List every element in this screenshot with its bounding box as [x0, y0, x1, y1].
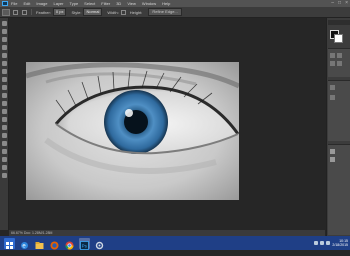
zoom-tool-icon[interactable] — [1, 173, 7, 178]
style-label: Style: — [71, 9, 82, 15]
crop-tool-icon[interactable] — [1, 53, 7, 58]
brush-tool-icon[interactable] — [1, 77, 7, 82]
marquee-tool-icon[interactable] — [2, 8, 10, 16]
folder-icon[interactable] — [34, 238, 45, 249]
ie-icon[interactable]: e — [19, 238, 30, 249]
curves-icon[interactable] — [330, 61, 335, 66]
menu-3d[interactable]: 3D — [116, 0, 121, 7]
background-color-swatch[interactable] — [334, 34, 343, 43]
feather-input[interactable]: 0 px — [52, 8, 67, 16]
path-select-tool-icon[interactable] — [1, 149, 7, 154]
shape-tool-icon[interactable] — [1, 157, 7, 162]
new-selection-icon[interactable] — [13, 9, 18, 15]
hand-tool-icon[interactable] — [1, 165, 7, 170]
volume-icon[interactable] — [320, 241, 325, 245]
divider — [31, 9, 32, 15]
clock[interactable]: 10:15 2/18/2015 — [332, 239, 348, 247]
menu-edit[interactable]: Edit — [23, 0, 30, 7]
history-brush-tool-icon[interactable] — [1, 93, 7, 98]
move-tool-icon[interactable] — [1, 21, 7, 26]
menu-type[interactable]: Type — [70, 0, 79, 7]
mask-icon[interactable] — [330, 85, 335, 90]
window-controls: – □ × — [331, 0, 348, 6]
eye-photo — [26, 62, 239, 200]
brightness-icon[interactable] — [330, 53, 335, 58]
windows-taskbar: e Ps 10:15 2/18/2015 — [0, 236, 350, 250]
chrome-icon[interactable] — [64, 238, 75, 250]
windows-start-icon[interactable] — [4, 237, 15, 249]
quick-select-tool-icon[interactable] — [1, 45, 7, 50]
maximize-icon[interactable]: □ — [338, 0, 341, 6]
gradient-tool-icon[interactable] — [1, 109, 7, 114]
photoshop-icon[interactable]: Ps — [79, 237, 90, 250]
levels-icon[interactable] — [337, 53, 342, 58]
menu-filter[interactable]: Filter — [101, 0, 110, 7]
network-icon[interactable] — [314, 241, 319, 245]
settings-icon[interactable] — [94, 238, 105, 249]
photoshop-logo-icon — [2, 1, 8, 6]
blur-tool-icon[interactable] — [1, 117, 7, 122]
type-tool-icon[interactable] — [1, 141, 7, 146]
exposure-icon[interactable] — [337, 61, 342, 66]
menu-window[interactable]: Window — [142, 0, 156, 7]
menu-view[interactable]: View — [127, 0, 136, 7]
properties-panel — [328, 80, 350, 141]
layer-thumbnail-icon[interactable] — [330, 149, 335, 154]
menu-bar: File Edit Image Layer Type Select Filter… — [0, 0, 350, 7]
eraser-tool-icon[interactable] — [1, 101, 7, 106]
zoom-doc-info: 66.67% Doc: 1.28M/1.28M — [11, 231, 53, 235]
lasso-tool-icon[interactable] — [1, 37, 7, 42]
layers-panel — [328, 144, 350, 235]
link-icon[interactable] — [330, 95, 335, 100]
stamp-tool-icon[interactable] — [1, 85, 7, 90]
menu-layer[interactable]: Layer — [53, 0, 63, 7]
firefox-icon[interactable] — [49, 238, 60, 249]
options-bar: Feather: 0 px Style: Normal Width: Heigh… — [0, 7, 350, 18]
clock-date: 2/18/2015 — [332, 243, 348, 247]
svg-text:Ps: Ps — [82, 243, 88, 248]
eyedropper-tool-icon[interactable] — [1, 61, 7, 66]
feather-label: Feather: — [36, 9, 51, 15]
style-select[interactable]: Normal — [83, 8, 103, 16]
minimize-icon[interactable]: – — [331, 0, 334, 6]
pen-tool-icon[interactable] — [1, 133, 7, 138]
add-selection-icon[interactable] — [22, 9, 27, 15]
width-label: Width: — [107, 9, 119, 15]
layer-thumbnail-icon[interactable] — [330, 157, 335, 162]
menu-image[interactable]: Image — [36, 0, 47, 7]
right-panels — [326, 18, 350, 236]
menu-select[interactable]: Select — [84, 0, 95, 7]
healing-tool-icon[interactable] — [1, 69, 7, 74]
system-tray: 10:15 2/18/2015 — [314, 236, 348, 250]
marquee-tool-icon[interactable] — [1, 29, 7, 34]
refine-edge-button[interactable]: Refine Edge... — [148, 8, 182, 16]
dodge-tool-icon[interactable] — [1, 125, 7, 130]
close-icon[interactable]: × — [345, 0, 348, 6]
tools-panel — [0, 18, 9, 230]
menu-file[interactable]: File — [11, 0, 17, 7]
adjustments-panel — [328, 48, 350, 77]
swap-icon[interactable] — [120, 9, 126, 15]
menu-help[interactable]: Help — [162, 0, 170, 7]
flag-icon[interactable] — [326, 241, 331, 245]
document-image[interactable] — [26, 62, 239, 200]
panel-header — [328, 20, 350, 25]
height-label: Height: — [129, 9, 143, 15]
